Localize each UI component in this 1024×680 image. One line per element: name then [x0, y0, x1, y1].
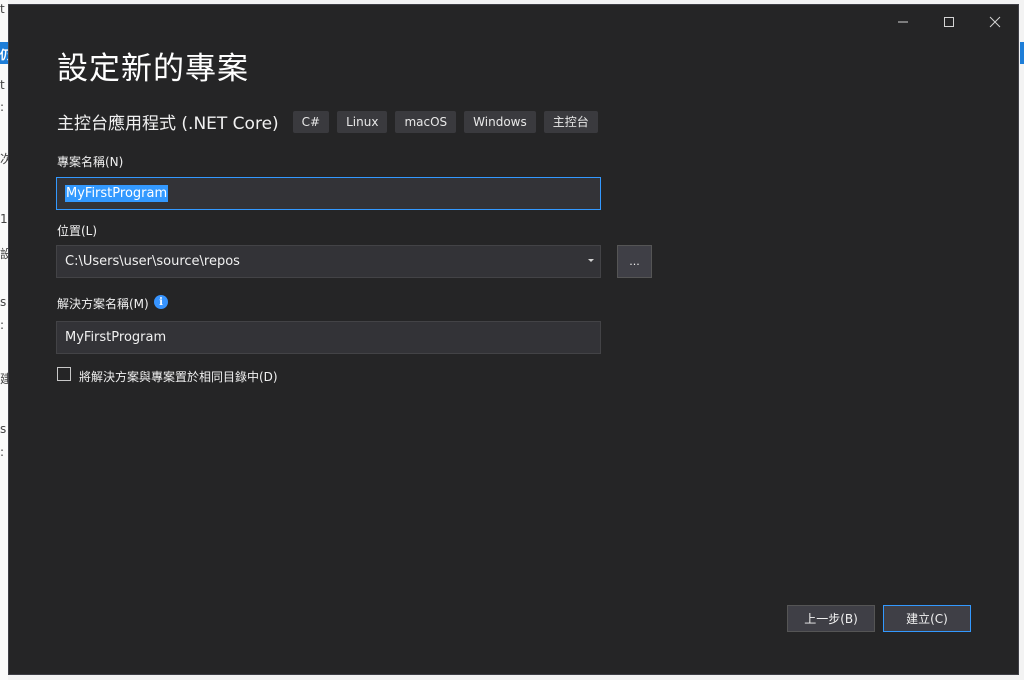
info-icon[interactable]: i: [154, 295, 168, 309]
solution-name-input[interactable]: MyFirstProgram: [56, 321, 601, 354]
background-window-right-edge: [1020, 42, 1024, 64]
new-project-dialog: 設定新的專案 主控台應用程式 (.NET Core) C# Linux macO…: [8, 4, 1019, 675]
background-text: :: [0, 445, 5, 459]
solution-name-value: MyFirstProgram: [65, 330, 167, 345]
chevron-down-icon[interactable]: [588, 259, 594, 262]
tag-platform-macos: macOS: [395, 110, 457, 133]
maximize-icon: [944, 17, 954, 27]
back-button[interactable]: 上一步(B): [787, 605, 875, 632]
solution-name-label: 解決方案名稱(M): [57, 297, 149, 311]
minimize-icon: [898, 21, 908, 23]
background-text: :: [0, 100, 5, 114]
tag-platform-windows: Windows: [464, 110, 536, 133]
same-directory-label[interactable]: 將解決方案與專案置於相同目錄中(D): [79, 368, 278, 385]
project-name-input[interactable]: MyFirstProgram: [56, 177, 601, 210]
background-text: :: [0, 318, 5, 332]
minimize-button[interactable]: [883, 7, 923, 37]
project-name-value: MyFirstProgram: [65, 185, 169, 202]
close-icon: [989, 16, 1001, 28]
browse-button[interactable]: ...: [617, 245, 652, 278]
template-summary: 主控台應用程式 (.NET Core) C# Linux macOS Windo…: [57, 109, 606, 134]
template-name: 主控台應用程式 (.NET Core): [57, 114, 279, 134]
project-name-label: 專案名稱(N): [57, 155, 124, 169]
tag-project-type: 主控台: [543, 110, 598, 133]
page-title: 設定新的專案: [57, 51, 249, 87]
create-button[interactable]: 建立(C): [883, 605, 971, 632]
tag-platform-linux: Linux: [337, 110, 388, 133]
maximize-button[interactable]: [929, 7, 969, 37]
background-text: s: [0, 422, 7, 436]
tag-language: C#: [292, 110, 330, 133]
same-directory-checkbox[interactable]: [57, 367, 71, 381]
location-label: 位置(L): [57, 224, 98, 238]
background-text: t: [0, 78, 5, 92]
location-combobox[interactable]: C:\Users\user\source\repos: [56, 245, 601, 278]
background-text: 1: [0, 212, 8, 226]
close-button[interactable]: [975, 7, 1015, 37]
location-value: C:\Users\user\source\repos: [65, 254, 240, 269]
background-text: t: [0, 2, 5, 16]
background-text: s: [0, 295, 7, 309]
